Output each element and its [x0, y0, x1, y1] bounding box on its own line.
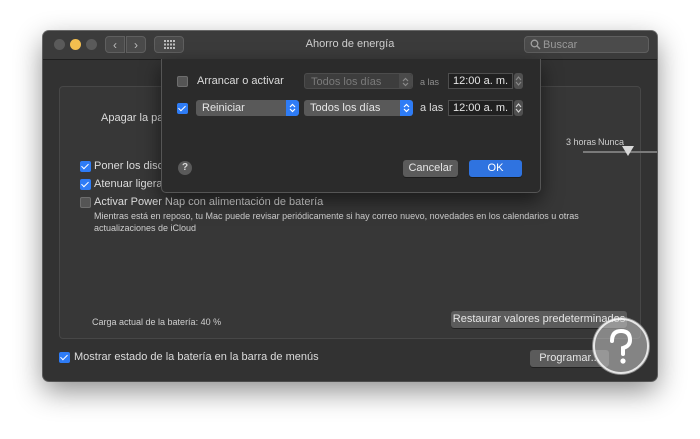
- startup-time-field[interactable]: 12:00 a. m.: [448, 73, 513, 89]
- startup-days-value: Todos los días: [311, 76, 382, 88]
- restart-checkbox[interactable]: [177, 103, 188, 114]
- stepper-arrows-icon: [515, 76, 522, 86]
- schedule-sheet: Arrancar o activar Todos los días a las …: [161, 59, 541, 193]
- restart-days-value: Todos los días: [310, 102, 381, 114]
- search-placeholder: Buscar: [543, 39, 578, 51]
- restart-days-select[interactable]: Todos los días: [304, 100, 413, 116]
- disks-sleep-checkbox[interactable]: [80, 161, 91, 172]
- show-battery-status-label: Mostrar estado de la batería en la barra…: [74, 351, 319, 363]
- startup-at-label: a las: [420, 77, 440, 87]
- action-select[interactable]: Reiniciar: [196, 100, 299, 116]
- startup-days-select[interactable]: Todos los días: [304, 73, 413, 89]
- cancel-button[interactable]: Cancelar: [403, 160, 458, 177]
- dim-display-label: Atenuar ligera: [94, 178, 163, 190]
- power-nap-label: Activar Power Nap con alimentación de ba…: [94, 196, 324, 208]
- startup-wake-label: Arrancar o activar: [197, 75, 284, 87]
- title-bar: ‹ › Ahorro de energía Buscar: [43, 31, 657, 60]
- display-sleep-slider-track[interactable]: [583, 151, 657, 153]
- startup-time-stepper[interactable]: [514, 73, 523, 89]
- battery-charge-label: Carga actual de la batería: 40 %: [92, 317, 222, 327]
- power-nap-description-line-2: actualizaciones de iCloud: [94, 223, 197, 233]
- search-icon: [530, 39, 541, 50]
- disks-sleep-label: Poner los disc: [94, 160, 164, 172]
- dim-display-checkbox[interactable]: [80, 179, 91, 190]
- display-sleep-slider-thumb[interactable]: [622, 146, 634, 156]
- ok-button[interactable]: OK: [469, 160, 522, 177]
- updown-arrows-icon: [286, 100, 299, 116]
- restart-time-field[interactable]: 12:00 a. m.: [448, 100, 513, 116]
- slider-label-never: Nunca: [598, 137, 625, 147]
- updown-arrows-icon: [400, 100, 413, 116]
- help-button[interactable]: ?: [178, 161, 192, 175]
- power-nap-checkbox[interactable]: [80, 197, 91, 208]
- action-select-value: Reiniciar: [202, 102, 245, 114]
- turn-display-off-label: Apagar la pa: [101, 112, 164, 124]
- show-battery-status-checkbox[interactable]: [59, 352, 70, 363]
- slider-label-3-hours: 3 horas: [566, 137, 597, 147]
- startup-wake-checkbox[interactable]: [177, 76, 188, 87]
- watermark-logo: [592, 317, 650, 375]
- power-nap-description-line-1: Mientras está en reposo, tu Mac puede re…: [94, 211, 579, 221]
- restart-time-stepper[interactable]: [514, 100, 523, 116]
- stepper-arrows-icon: [515, 103, 522, 113]
- updown-arrows-icon: [399, 74, 412, 88]
- restart-at-label: a las: [420, 102, 444, 114]
- search-field[interactable]: Buscar: [524, 36, 649, 53]
